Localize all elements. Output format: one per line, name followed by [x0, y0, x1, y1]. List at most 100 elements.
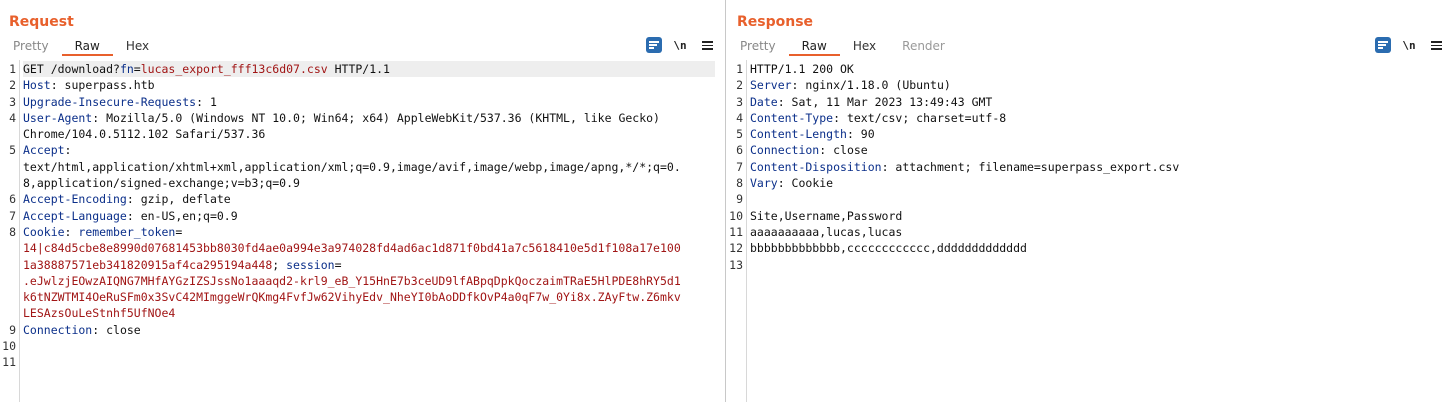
code-line: bbbbbbbbbbbbb,cccccccccccc,ddddddddddddd: [750, 240, 1456, 256]
code-text: text/html,application/xhtml+xml,applicat…: [23, 159, 681, 174]
request-editor[interactable]: 1 2 3 4 5 6 7 8 9 10 11 GET /download?fn=lucas_exp…: [0, 60, 725, 402]
code-text: :: [64, 224, 79, 239]
code-text: HTTP/1.1 200 OK: [750, 62, 854, 76]
code-text: : 90: [846, 127, 875, 142]
code-line: User-Agent: Mozilla/5.0 (Windows NT 10.0…: [23, 110, 725, 126]
param-value: 14|c84d5cbe8e8990d07681453bb8030fd4ae0a9…: [23, 241, 681, 256]
code-text: : gzip, deflate: [126, 192, 231, 207]
line-number: [0, 273, 16, 289]
line-number: [0, 240, 16, 256]
code-line: 14|c84d5cbe8e8990d07681453bb8030fd4ae0a9…: [23, 240, 725, 256]
line-number: 6: [9, 192, 16, 207]
code-line: Server: nginx/1.18.0 (Ubuntu): [750, 77, 1456, 93]
param-value: k6tNZWTMI4OeRuSFm0x3SvC42MImggeWrQKmg4Fv…: [23, 290, 681, 305]
line-number: 7: [9, 208, 16, 223]
line-number: 11: [2, 355, 16, 370]
line-number: 9: [736, 192, 743, 207]
code-text: HTTP/1.1: [327, 62, 390, 76]
code-line: Date: Sat, 11 Mar 2023 13:49:43 GMT: [750, 94, 1456, 110]
code-text: : attachment; filename=superpass_export.…: [881, 159, 1180, 174]
code-line: Host: superpass.htb: [23, 77, 725, 93]
header-name: Connection: [23, 322, 93, 337]
code-line: Content-Disposition: attachment; filenam…: [750, 159, 1456, 175]
newline-icon[interactable]: \n: [1401, 39, 1417, 52]
line-number: 4: [9, 110, 16, 125]
header-name: session: [286, 257, 335, 272]
request-tab-raw[interactable]: Raw: [61, 38, 113, 56]
code-line: LESAzsOuLeStnhf5UfNOe4: [23, 305, 725, 321]
header-name: Accept: [23, 143, 65, 158]
header-name: Date: [750, 94, 778, 109]
line-number: 2: [736, 78, 743, 93]
line-number: 1: [9, 62, 16, 76]
code-text: : Mozilla/5.0 (Windows NT 10.0; Win64; x…: [92, 110, 660, 125]
response-title: Response: [737, 14, 814, 30]
request-tab-hex[interactable]: Hex: [113, 38, 162, 56]
code-line: Site,Username,Password: [750, 208, 1456, 224]
header-name: Connection: [750, 143, 820, 158]
response-editor[interactable]: 1 2 3 4 5 6 7 8 9 10 11 12 13 HTTP/1.1 200 OK Server:…: [727, 60, 1456, 402]
code-text: : nginx/1.18.0 (Ubuntu): [791, 78, 951, 93]
line-number: [0, 159, 16, 175]
line-number: [0, 289, 16, 305]
code-text: =: [133, 62, 141, 76]
line-number: 5: [9, 143, 16, 158]
code-line: GET /download?fn=lucas_export_fff13c6d07…: [23, 61, 715, 78]
code-text: bbbbbbbbbbbbb,cccccccccccc,ddddddddddddd: [750, 241, 1027, 256]
menu-icon[interactable]: [702, 40, 713, 50]
newline-icon[interactable]: \n: [672, 39, 688, 52]
header-name: Accept-Encoding: [23, 192, 127, 207]
line-number: [0, 257, 16, 273]
code-line: 1a38887571eb341820915af4ca295194a448; se…: [23, 257, 725, 273]
response-tab-render[interactable]: Render: [889, 38, 958, 56]
menu-icon[interactable]: [1431, 40, 1442, 50]
code-line: text/html,application/xhtml+xml,applicat…: [23, 159, 725, 175]
response-tab-hex[interactable]: Hex: [840, 38, 889, 56]
code-line: 8,application/signed-exchange;v=b3;q=0.9: [23, 175, 725, 191]
code-text: ;: [272, 257, 287, 272]
line-number: 5: [736, 127, 743, 142]
param-value: .eJwlzjEOwzAIQNG7MHfAYGzIZSJssNo1aaaqd2-…: [23, 273, 681, 288]
line-number: 10: [2, 339, 16, 354]
header-name: User-Agent: [23, 110, 93, 125]
code-line: Chrome/104.0.5112.102 Safari/537.36: [23, 126, 725, 142]
header-name: Content-Type: [750, 110, 834, 125]
code-line: Vary: Cookie: [750, 175, 1456, 191]
request-code[interactable]: GET /download?fn=lucas_export_fff13c6d07…: [20, 60, 725, 402]
line-number: [0, 305, 16, 321]
wrap-lines-icon[interactable]: [1375, 37, 1391, 53]
response-pane: Response Pretty Raw Hex Render \n 123456…: [727, 0, 1456, 402]
code-line: Accept-Encoding: gzip, deflate: [23, 191, 725, 207]
header-name: Vary: [750, 176, 778, 191]
code-line: Upgrade-Insecure-Requests: 1: [23, 94, 725, 110]
header-name: remember_token: [78, 224, 176, 239]
code-text: :: [64, 143, 72, 158]
code-text: GET /download?: [23, 62, 120, 76]
code-text: : en-US,en;q=0.9: [126, 208, 238, 223]
response-code[interactable]: HTTP/1.1 200 OK Server: nginx/1.18.0 (Ubu…: [747, 60, 1456, 402]
param-value: lucas_export_fff13c6d07.csv: [140, 62, 328, 76]
wrap-lines-icon[interactable]: [646, 37, 662, 53]
header-name: Content-Disposition: [750, 159, 882, 174]
line-number: 9: [9, 322, 16, 337]
response-tab-raw[interactable]: Raw: [788, 38, 840, 56]
request-tab-pretty[interactable]: Pretty: [0, 38, 62, 56]
line-number: [0, 175, 16, 191]
request-pane: Request Pretty Raw Hex \n 1 2 3 4 5 6 7 8 9 10 11 …: [0, 0, 726, 402]
response-tab-pretty[interactable]: Pretty: [727, 38, 789, 56]
code-text: : Cookie: [777, 176, 834, 191]
code-line: Accept-Language: en-US,en;q=0.9: [23, 208, 725, 224]
param-value: LESAzsOuLeStnhf5UfNOe4: [23, 306, 176, 321]
request-line-numbers: 1 2 3 4 5 6 7 8 9 10 11: [0, 60, 20, 402]
code-text: : superpass.htb: [50, 78, 155, 93]
request-title: Request: [9, 14, 74, 30]
line-number: 4: [736, 110, 743, 125]
line-number: 10: [729, 208, 743, 223]
request-toolbar: \n: [646, 37, 713, 53]
code-text: Site,Username,Password: [750, 208, 903, 223]
line-number: 6: [736, 143, 743, 158]
